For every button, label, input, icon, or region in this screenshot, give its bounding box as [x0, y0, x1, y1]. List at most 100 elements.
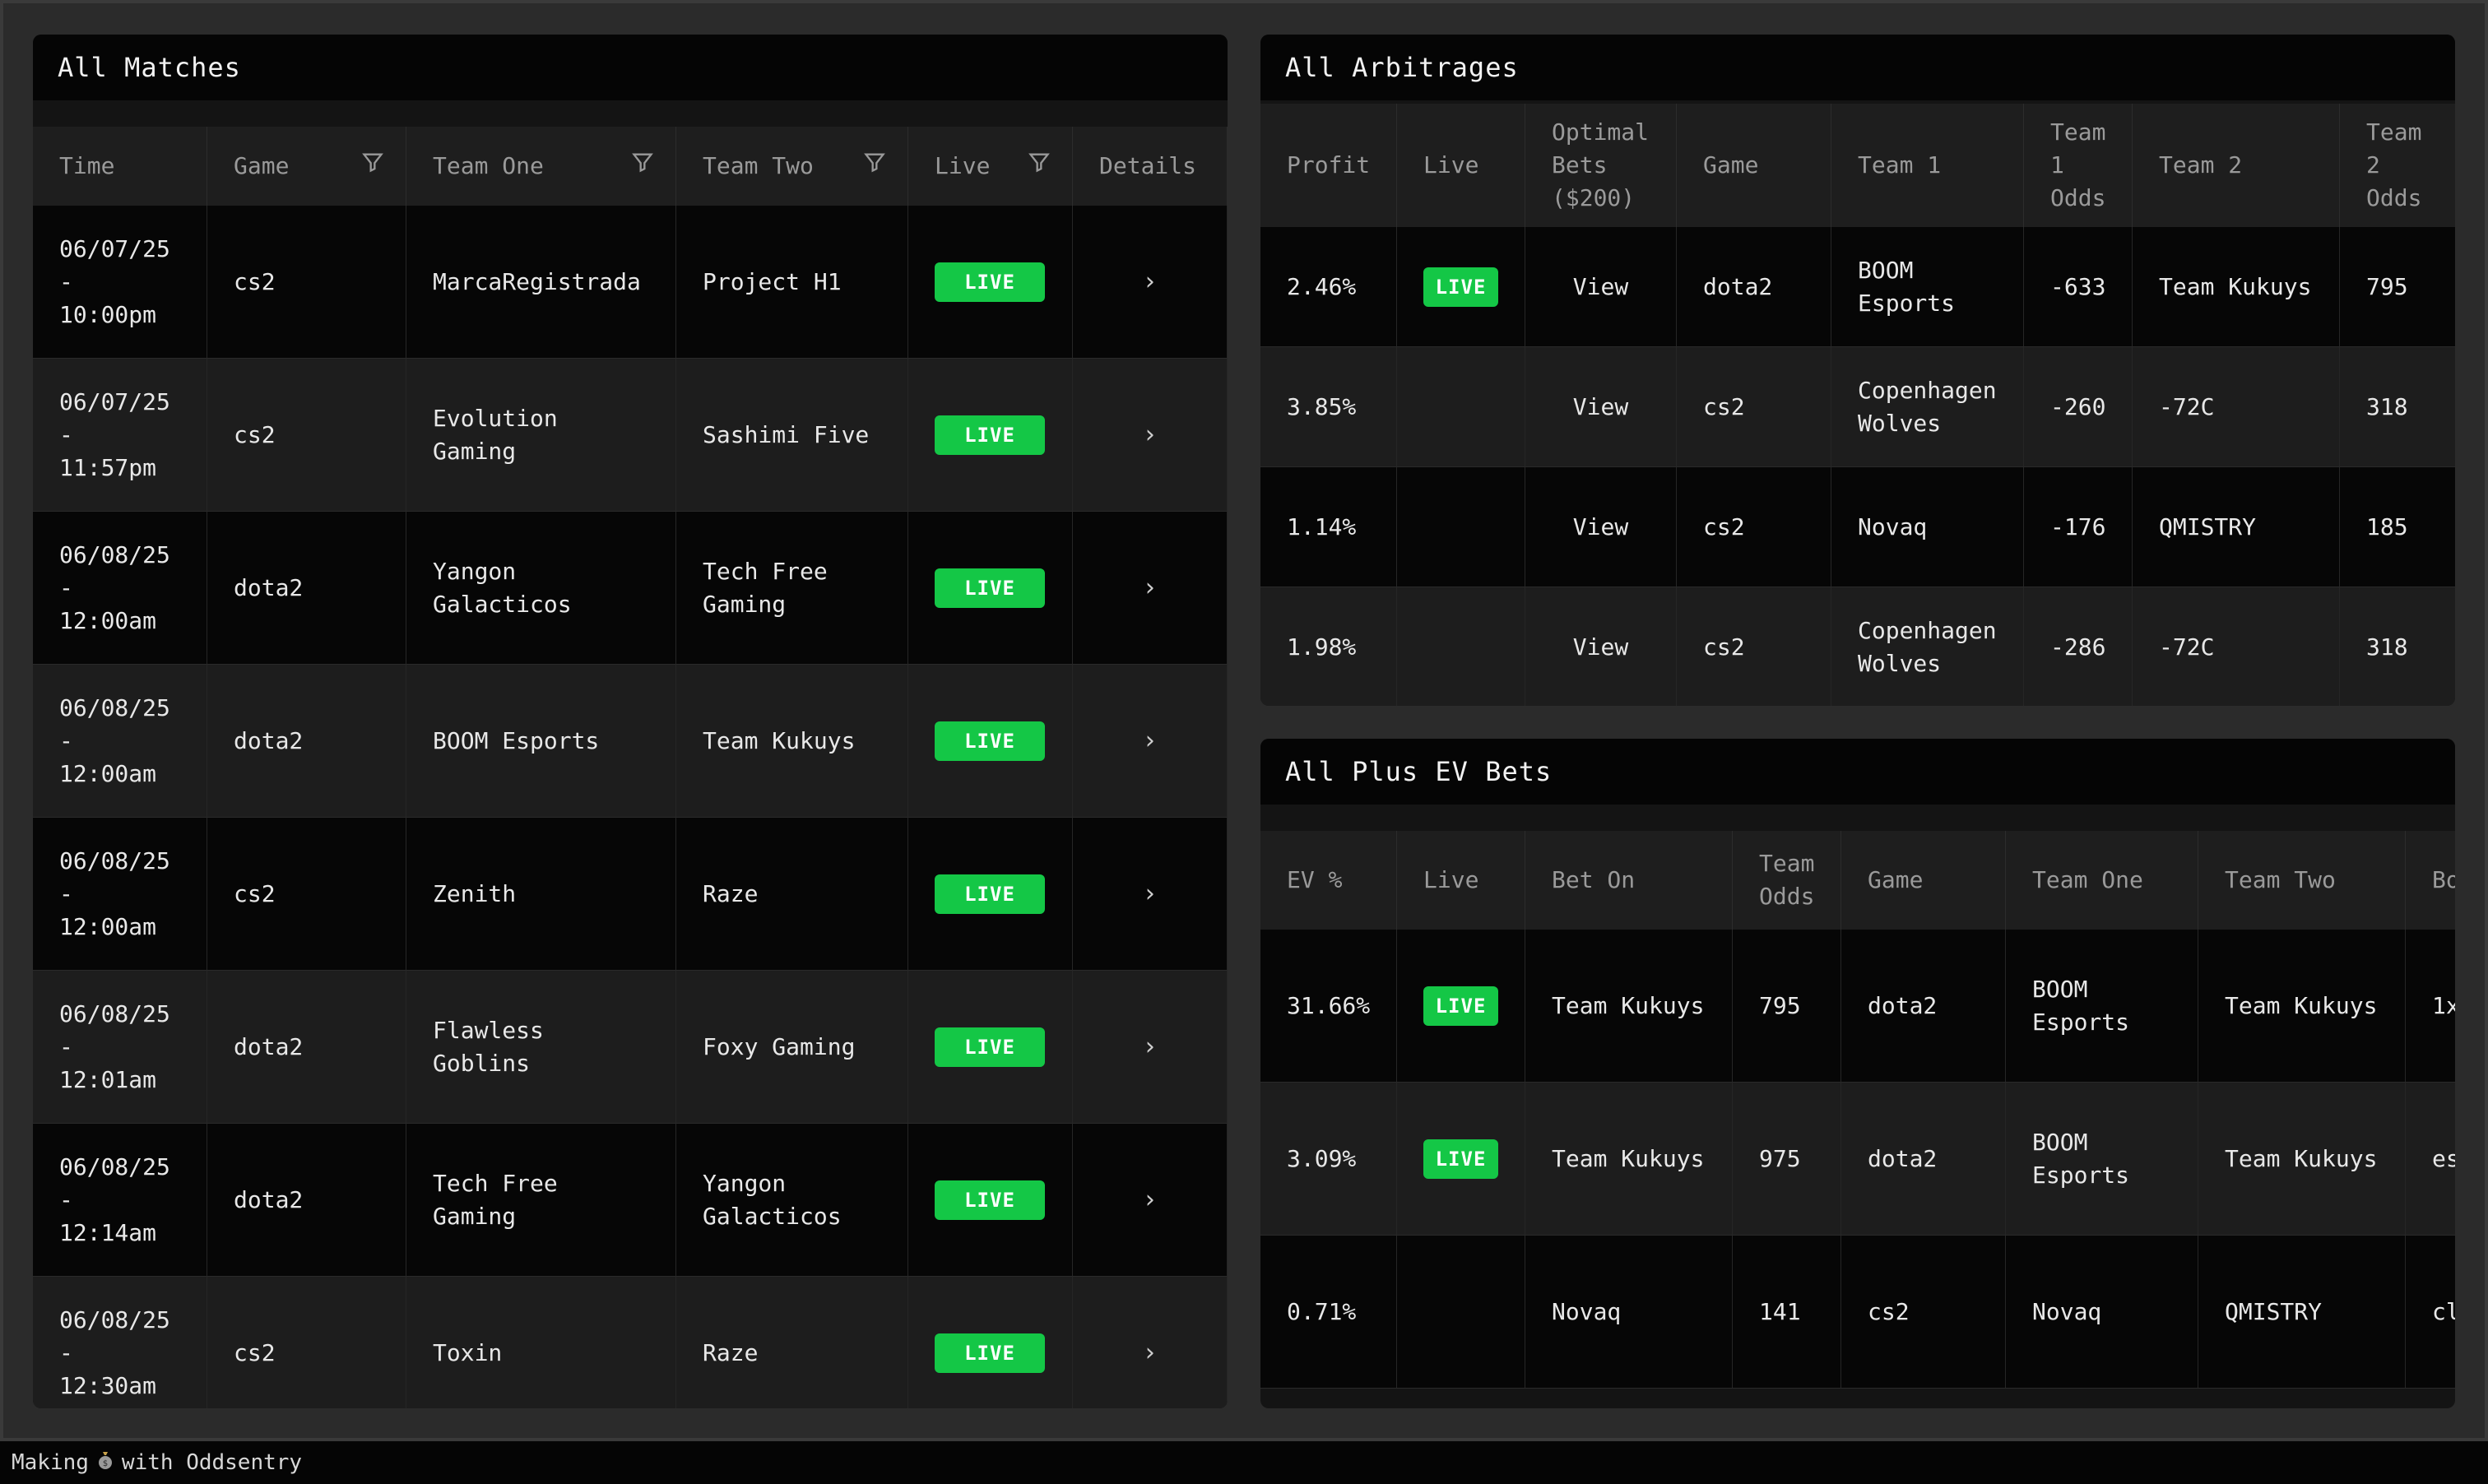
filter-icon[interactable] — [1028, 150, 1051, 183]
chevron-right-icon[interactable]: › — [1142, 572, 1157, 605]
arb-view-bets[interactable]: View — [1525, 347, 1677, 467]
chevron-right-icon[interactable]: › — [1142, 878, 1157, 911]
ev-header-team-two[interactable]: Team Two — [2198, 831, 2406, 930]
match-details[interactable]: › — [1073, 665, 1228, 818]
matches-header-time[interactable]: Time — [33, 127, 207, 206]
table-row[interactable]: 06/08/25 - 12:00am cs2 Zenith Raze LIVE › — [33, 818, 1228, 971]
filter-icon[interactable] — [631, 150, 654, 183]
match-time: 06/07/25 - 11:57pm — [33, 359, 207, 512]
match-time-separator: - — [59, 1185, 73, 1213]
matches-header-team-one[interactable]: Team One — [406, 127, 676, 206]
match-game-text: cs2 — [234, 879, 276, 907]
match-details[interactable]: › — [1073, 1277, 1228, 1408]
ev-team-odds-text: 141 — [1759, 1297, 1801, 1325]
arb-view-bets[interactable]: View — [1525, 587, 1677, 706]
match-team-one: Tech Free Gaming — [406, 1124, 676, 1277]
match-details[interactable]: › — [1073, 359, 1228, 512]
match-team-two: Sashimi Five — [676, 359, 908, 512]
match-time-text: 06/08/25 - 12:00am — [59, 845, 170, 944]
table-row[interactable]: 06/07/25 - 10:00pm cs2 MarcaRegistrada Projec… — [33, 206, 1228, 359]
arb-view-bets-text[interactable]: View — [1573, 391, 1628, 424]
table-row[interactable]: 3.09% LIVE Team Kukuys 975 dota2 BOOM Esports… — [1260, 1083, 2455, 1236]
table-row[interactable]: 31.66% LIVE Team Kukuys 795 dota2 BOOM Esport… — [1260, 930, 2455, 1083]
arb-header-optimal-bets[interactable]: Optimal Bets ($200) — [1525, 104, 1677, 227]
arb-header-profit[interactable]: Profit — [1260, 104, 1397, 227]
match-time-separator: - — [59, 1338, 73, 1366]
ev-table-wrap[interactable]: EV % Live Bet On Team Odds Game Team One… — [1260, 805, 2455, 1408]
match-game-text: cs2 — [234, 1338, 276, 1366]
match-details[interactable]: › — [1073, 206, 1228, 359]
table-row[interactable]: 06/08/25 - 12:01am dota2 Flawless Goblins Fox… — [33, 971, 1228, 1124]
table-row[interactable]: 06/08/25 - 12:00am dota2 BOOM Esports Team Ku… — [33, 665, 1228, 818]
table-row[interactable]: 1.98% View cs2 Copenhagen Wolves -286 -72C 318 — [1260, 587, 2455, 706]
filter-icon[interactable] — [863, 150, 886, 183]
arb-header-team1[interactable]: Team 1 — [1831, 104, 2024, 227]
match-date: 06/08/25 — [59, 999, 170, 1027]
arb-team1-odds-text: -286 — [2050, 633, 2106, 661]
table-row[interactable]: 2.46% LIVE View dota2 BOOM Esports -633 Team K… — [1260, 227, 2455, 347]
match-time: 06/08/25 - 12:00am — [33, 818, 207, 971]
table-row[interactable]: 06/08/25 - 12:00am dota2 Yangon Galacticos Te… — [33, 512, 1228, 665]
matches-table-wrap[interactable]: Time Game Team One Team Two Live Details… — [33, 100, 1228, 1408]
match-details[interactable]: › — [1073, 1124, 1228, 1277]
chevron-right-icon[interactable]: › — [1142, 1184, 1157, 1217]
ev-header-book[interactable]: Bo — [2406, 831, 2455, 930]
arb-team2-odds-text: 185 — [2366, 512, 2408, 540]
arb-view-bets-text[interactable]: View — [1573, 511, 1628, 544]
match-game-text: dota2 — [234, 1185, 304, 1213]
live-badge: LIVE — [935, 874, 1045, 914]
ev-header-bet-on[interactable]: Bet On — [1525, 831, 1733, 930]
ev-header-live[interactable]: Live — [1397, 831, 1525, 930]
ev-header-team-odds[interactable]: Team Odds — [1733, 831, 1841, 930]
match-time-text: 06/07/25 - 11:57pm — [59, 386, 170, 485]
filter-icon[interactable] — [361, 150, 384, 183]
arb-profit-text: 1.14% — [1287, 512, 1357, 540]
arb-view-bets[interactable]: View — [1525, 467, 1677, 587]
matches-header-game[interactable]: Game — [207, 127, 406, 206]
arbitrages-table-wrap[interactable]: Profit Live Optimal Bets ($200) Game Tea… — [1260, 100, 2455, 706]
arb-team1: Copenhagen Wolves — [1831, 347, 2024, 467]
arb-header-live[interactable]: Live — [1397, 104, 1525, 227]
arb-header-team2[interactable]: Team 2 — [2133, 104, 2340, 227]
arb-header-team2-odds[interactable]: Team 2 Odds — [2340, 104, 2455, 227]
chevron-right-icon[interactable]: › — [1142, 725, 1157, 758]
table-row[interactable]: 1.14% View cs2 Novaq -176 QMISTRY 185 — [1260, 467, 2455, 587]
match-live: LIVE — [908, 359, 1073, 512]
chevron-right-icon[interactable]: › — [1142, 266, 1157, 299]
arb-view-bets[interactable]: View — [1525, 227, 1677, 347]
arb-game-text: cs2 — [1703, 633, 1745, 661]
table-row[interactable]: 06/08/25 - 12:14am dota2 Tech Free Gaming Yan… — [33, 1124, 1228, 1277]
ev-percent: 3.09% — [1260, 1083, 1397, 1236]
chevron-right-icon[interactable]: › — [1142, 1337, 1157, 1370]
match-game: dota2 — [207, 971, 406, 1124]
matches-header-team-two[interactable]: Team Two — [676, 127, 908, 206]
footer-right-text: with Oddsentry — [121, 1450, 303, 1475]
live-badge: LIVE — [935, 1180, 1045, 1220]
arb-header-team1-odds[interactable]: Team 1 Odds — [2024, 104, 2133, 227]
match-details[interactable]: › — [1073, 512, 1228, 665]
ev-header-game[interactable]: Game — [1841, 831, 2006, 930]
matches-header-details[interactable]: Details — [1073, 127, 1228, 206]
arb-team1-odds: -633 — [2024, 227, 2133, 347]
match-details[interactable]: › — [1073, 818, 1228, 971]
ev-header-ev[interactable]: EV % — [1260, 831, 1397, 930]
ev-header-team-one[interactable]: Team One — [2006, 831, 2198, 930]
arb-view-bets-text[interactable]: View — [1573, 271, 1628, 304]
table-row[interactable]: 06/07/25 - 11:57pm cs2 Evolution Gaming Sashi… — [33, 359, 1228, 512]
matches-header-live[interactable]: Live — [908, 127, 1073, 206]
table-row[interactable]: 3.85% View cs2 Copenhagen Wolves -260 -72C 318 — [1260, 347, 2455, 467]
chevron-right-icon[interactable]: › — [1142, 1031, 1157, 1064]
arb-team2-odds: 185 — [2340, 467, 2455, 587]
match-game: cs2 — [207, 818, 406, 971]
live-badge: LIVE — [935, 415, 1045, 455]
arbitrages-table-header: Profit Live Optimal Bets ($200) Game Tea… — [1260, 104, 2455, 227]
table-row[interactable]: 06/08/25 - 12:30am cs2 Toxin Raze LIVE › — [33, 1277, 1228, 1408]
match-details[interactable]: › — [1073, 971, 1228, 1124]
arb-profit-text: 2.46% — [1287, 272, 1357, 300]
arb-view-bets-text[interactable]: View — [1573, 631, 1628, 664]
arb-header-game[interactable]: Game — [1677, 104, 1831, 227]
chevron-right-icon[interactable]: › — [1142, 419, 1157, 452]
arb-profit-text: 3.85% — [1287, 392, 1357, 420]
table-row[interactable]: 0.71% Novaq 141 cs2 Novaq QMISTRY cl — [1260, 1236, 2455, 1389]
live-badge: LIVE — [935, 1027, 1045, 1067]
